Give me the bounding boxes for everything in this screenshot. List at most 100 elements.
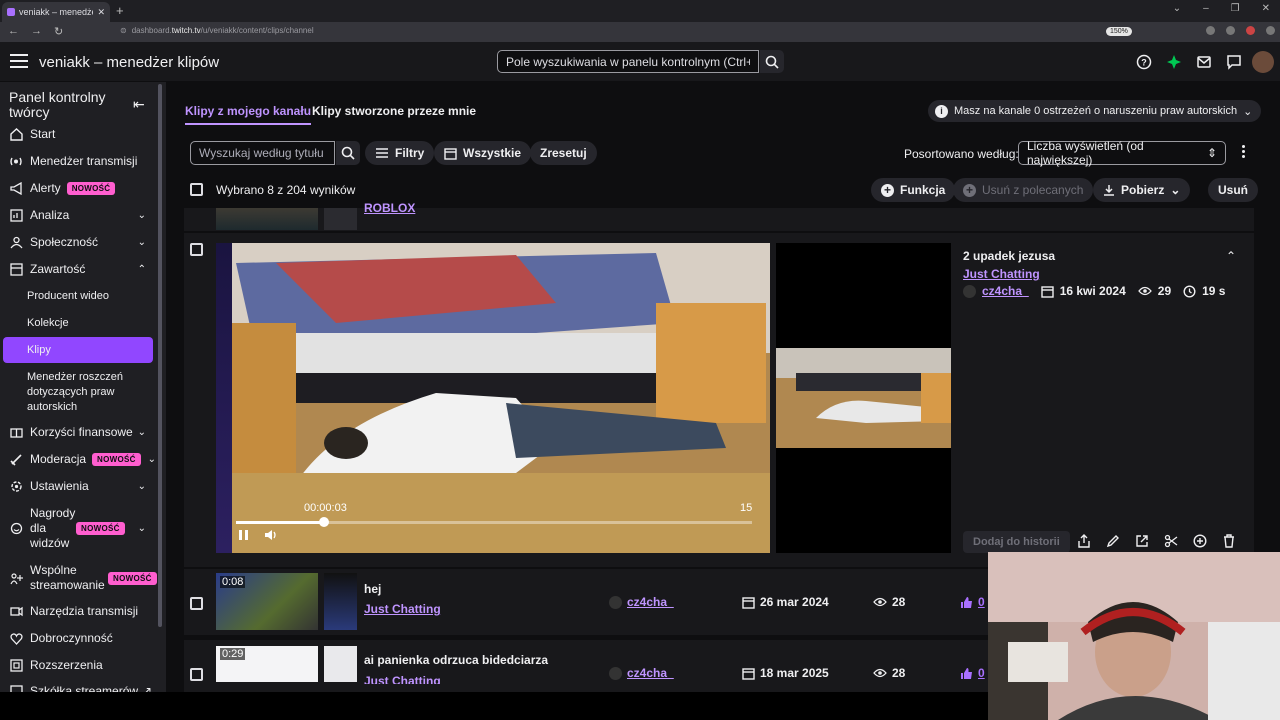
clip-category-link[interactable]: ROBLOX <box>364 201 415 215</box>
select-all-checkbox[interactable] <box>190 183 203 196</box>
site-info-icon[interactable]: ⊜ <box>120 26 127 35</box>
new-tab-button[interactable]: + <box>116 3 124 18</box>
browser-tab[interactable]: veniakk – menedżer klipów ✕ <box>2 2 110 22</box>
search-button[interactable] <box>760 50 784 73</box>
dashboard-search-input[interactable] <box>497 50 759 73</box>
scissors-icon[interactable] <box>1164 534 1178 548</box>
window-controls: ⌄ – ❐ ✕ <box>1173 3 1270 14</box>
delete-button[interactable]: Usuń <box>1208 178 1258 202</box>
clip-checkbox[interactable] <box>190 597 203 610</box>
extension-icon[interactable] <box>1206 26 1215 35</box>
reload-icon[interactable]: ↻ <box>54 25 63 38</box>
new-badge: NOWOŚĆ <box>92 452 141 466</box>
collapse-chevron-icon[interactable]: ⌃ <box>1226 249 1236 263</box>
copyright-notice-text: Masz na kanale 0 ostrzeżeń o naruszeniu … <box>954 105 1238 117</box>
clip-search-button[interactable] <box>336 141 360 165</box>
more-options-icon[interactable] <box>1238 145 1248 160</box>
whispers-icon[interactable] <box>1226 54 1242 70</box>
sidebar-item-stream-manager[interactable]: Menedżer transmisji <box>0 154 160 168</box>
inbox-icon[interactable] <box>1196 54 1212 70</box>
hamburger-menu-icon[interactable] <box>10 54 28 72</box>
calendar-icon <box>1041 285 1054 298</box>
sidebar-item-collab-streaming[interactable]: Wspólne streamowanie NOWOŚĆ <box>0 563 160 593</box>
extension-icon[interactable] <box>1266 26 1275 35</box>
trash-icon[interactable] <box>1222 534 1236 548</box>
clip-checkbox[interactable] <box>190 243 203 256</box>
clip-category-link[interactable]: Just Chatting <box>364 674 441 684</box>
sort-select[interactable]: Liczba wyświetleń (od największej) ⇕ <box>1018 139 1226 167</box>
sidebar-item-label: Ustawienia <box>30 479 89 493</box>
user-avatar[interactable] <box>1252 51 1274 73</box>
sidebar-subitem-clips[interactable]: Klipy <box>27 344 51 356</box>
clip-likes[interactable]: 0 <box>978 595 985 609</box>
sidebar-item-analytics[interactable]: Analiza ⌄ <box>0 208 160 222</box>
extension-icon[interactable] <box>1246 26 1255 35</box>
clip-views: 28 <box>892 666 906 680</box>
forward-icon[interactable]: → <box>31 25 42 38</box>
sidebar-scrollbar[interactable] <box>158 84 162 627</box>
reset-label: Zresetuj <box>540 146 587 160</box>
tab-clips-by-me[interactable]: Klipy stworzone przeze mnie <box>312 104 476 118</box>
close-window-icon[interactable]: ✕ <box>1262 3 1270 14</box>
clip-video-player[interactable] <box>216 243 770 553</box>
filters-button[interactable]: Filtry <box>365 141 435 165</box>
open-external-icon[interactable] <box>1135 534 1149 548</box>
close-tab-icon[interactable]: ✕ <box>97 7 105 18</box>
add-circle-icon[interactable] <box>1193 534 1207 548</box>
feature-button[interactable]: + Funkcja <box>871 178 956 202</box>
sidebar-item-broadcast-tools[interactable]: Narzędzia transmisji <box>0 604 160 618</box>
sidebar-item-content[interactable]: Zawartość ⌃ <box>0 262 160 276</box>
sidebar-subitem-video-producer[interactable]: Producent wideo <box>27 290 109 302</box>
twitch-favicon-icon <box>7 8 15 16</box>
clip-search-input[interactable] <box>190 141 335 165</box>
extension-icon[interactable] <box>1226 26 1235 35</box>
chevron-down-icon[interactable]: ⌄ <box>1173 3 1181 14</box>
collapse-sidebar-icon[interactable]: ⇤ <box>133 96 145 113</box>
delete-label: Usuń <box>1218 183 1248 197</box>
tab-my-channel-clips[interactable]: Klipy z mojego kanału <box>185 104 312 125</box>
minimize-icon[interactable]: – <box>1203 3 1209 14</box>
clip-thumbnail[interactable] <box>216 208 318 230</box>
volume-icon[interactable] <box>264 529 278 541</box>
zoom-level[interactable]: 150% <box>1106 27 1132 36</box>
clip-checkbox[interactable] <box>190 668 203 681</box>
date-range-button[interactable]: Wszystkie <box>434 141 532 165</box>
clip-category-link[interactable]: Just Chatting <box>963 267 1040 281</box>
edit-icon[interactable] <box>1106 534 1120 548</box>
sidebar-item-moderation[interactable]: Moderacja NOWOŚĆ ⌄ <box>0 452 160 466</box>
clip-preview-thumbnail[interactable] <box>776 243 951 553</box>
monetization-icon <box>9 425 23 439</box>
player-scrub-handle[interactable] <box>318 517 329 527</box>
add-to-history-button[interactable]: Dodaj do historii <box>963 531 1070 553</box>
url-field[interactable]: ⊜ dashboard.twitch.tv/u/veniakk/content/… <box>120 26 314 35</box>
download-button[interactable]: Pobierz ⌄ <box>1093 178 1191 202</box>
info-icon: i <box>935 104 948 118</box>
sidebar-subitem-collections[interactable]: Kolekcje <box>27 317 69 329</box>
sidebar-item-settings[interactable]: Ustawienia ⌄ <box>0 479 160 493</box>
sidebar-item-alerts[interactable]: Alerty NOWOŚĆ <box>0 181 160 195</box>
remove-featured-button[interactable]: + Usuń z polecanych <box>953 178 1094 202</box>
help-icon[interactable]: ? <box>1136 54 1152 70</box>
sidebar-subitem-copyright-claims[interactable]: Menedżer roszczeń dotyczących praw autor… <box>27 370 137 415</box>
clip-author-link[interactable]: cz4cha_ <box>627 666 674 680</box>
sidebar-item-start[interactable]: Start <box>0 127 160 141</box>
sidebar-title: Panel kontrolny twórcy <box>9 89 106 120</box>
sidebar-item-community[interactable]: Społeczność ⌄ <box>0 235 160 249</box>
back-icon[interactable]: ← <box>8 25 19 38</box>
clip-author-link[interactable]: cz4cha_ <box>627 595 674 609</box>
clip-author-link[interactable]: cz4cha_ <box>982 284 1029 298</box>
share-icon[interactable] <box>1077 534 1091 548</box>
sidebar-item-charity[interactable]: Dobroczynność <box>0 631 160 645</box>
sidebar-item-monetization[interactable]: Korzyści finansowe ⌄ <box>0 425 160 439</box>
clip-likes[interactable]: 0 <box>978 666 985 680</box>
reset-button[interactable]: Zresetuj <box>530 141 597 165</box>
sidebar-item-creator-camp[interactable]: Szkółka streamerów ↗ <box>0 684 160 692</box>
clip-category-link[interactable]: Just Chatting <box>364 602 441 616</box>
copyright-strikes-notice[interactable]: i Masz na kanale 0 ostrzeżeń o naruszeni… <box>928 100 1261 122</box>
sidebar-item-extensions[interactable]: Rozszerzenia <box>0 658 160 672</box>
pause-icon[interactable] <box>238 529 250 541</box>
restore-icon[interactable]: ❐ <box>1231 3 1240 14</box>
stream-together-icon[interactable] <box>1166 54 1182 70</box>
sidebar-item-viewer-rewards[interactable]: Nagrody dla widzów NOWOŚĆ ⌄ <box>0 506 160 550</box>
video-side-strip <box>216 243 232 553</box>
